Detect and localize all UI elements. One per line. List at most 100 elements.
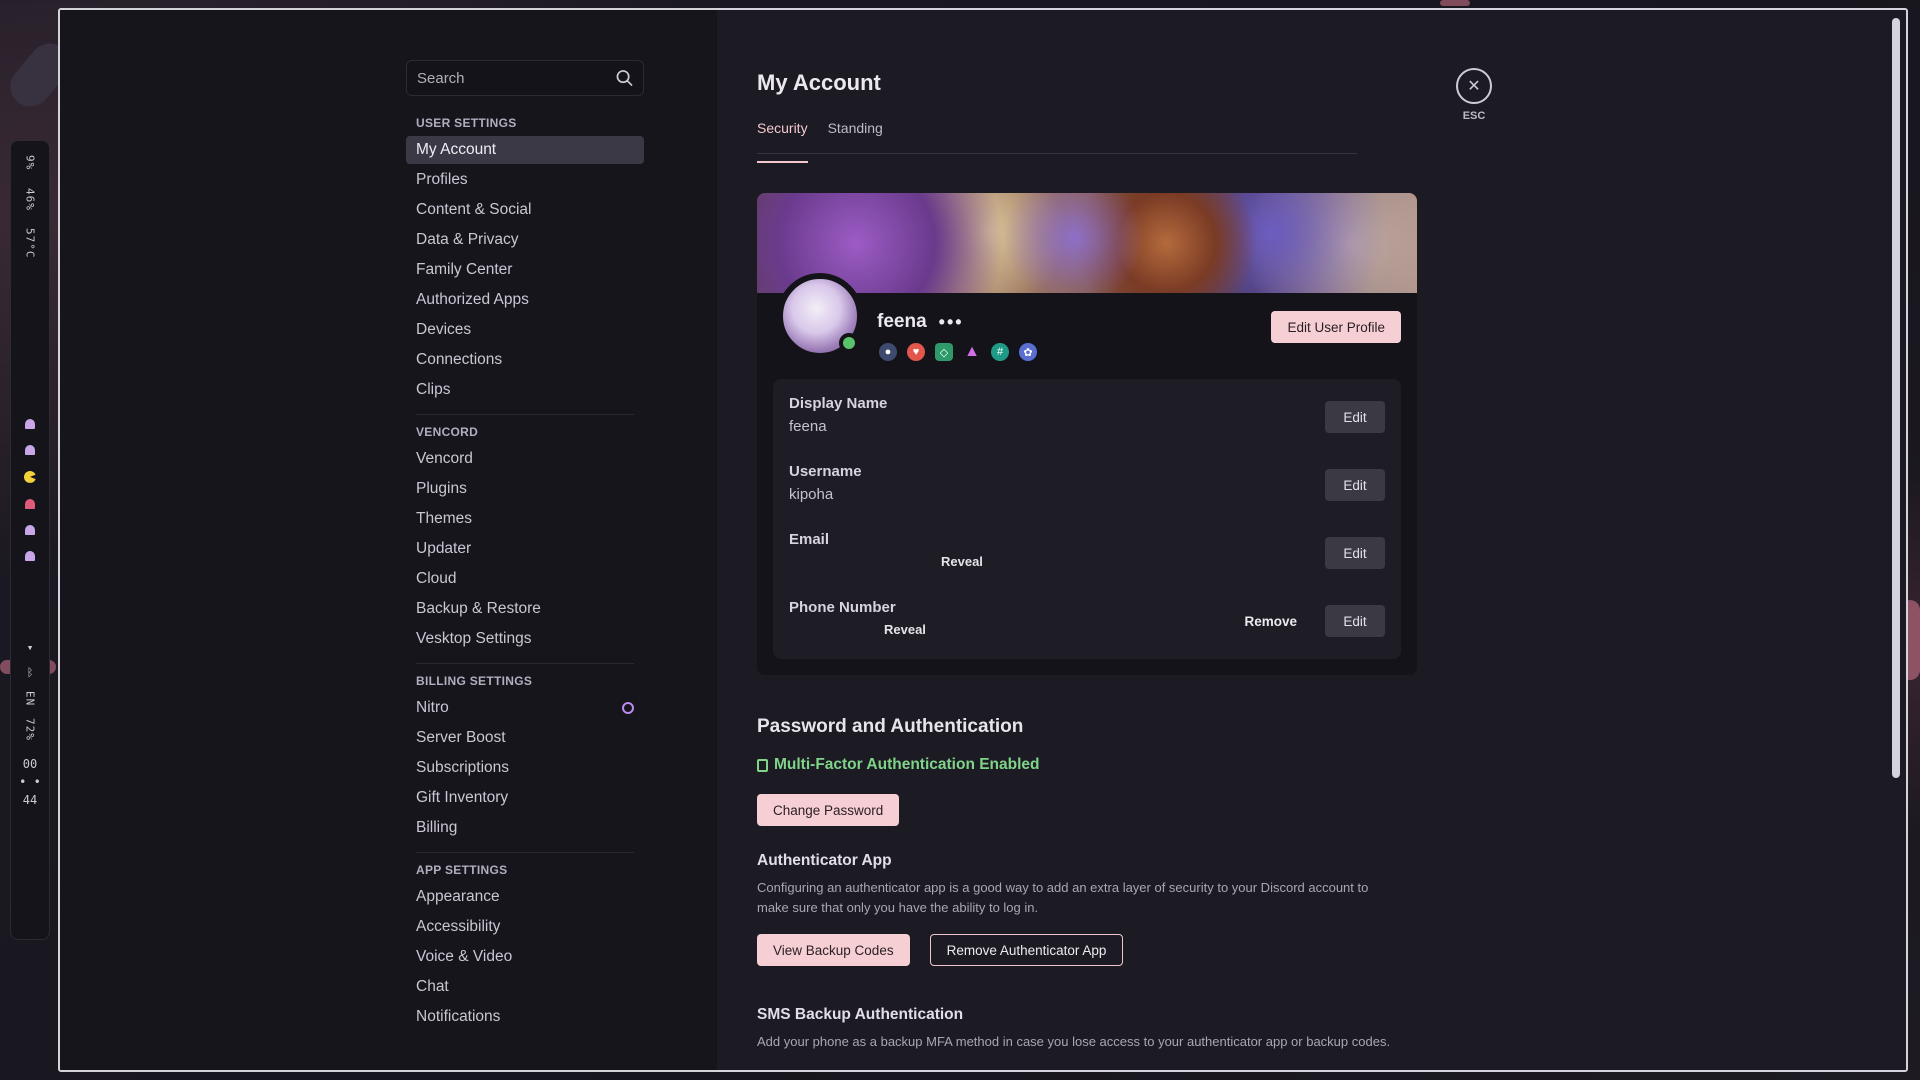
nav-accessibility[interactable]: Accessibility	[406, 913, 644, 941]
tab-standing[interactable]: Standing	[828, 120, 883, 153]
badge-hash-icon[interactable]: #	[991, 343, 1009, 361]
nav-content-social[interactable]: Content & Social	[406, 196, 644, 224]
close-settings[interactable]: ✕ ESC	[1456, 68, 1492, 122]
edit-email-button[interactable]: Edit	[1325, 537, 1385, 569]
account-fields: Display Name feena Edit Username kipoha …	[773, 379, 1401, 659]
edit-display-name-button[interactable]: Edit	[1325, 401, 1385, 433]
search-icon[interactable]	[616, 69, 633, 87]
field-email: Email Reveal Edit	[789, 531, 1385, 599]
memory-usage: 46%	[23, 187, 37, 211]
nav-billing[interactable]: Billing	[406, 814, 644, 842]
nav-profiles[interactable]: Profiles	[406, 166, 644, 194]
remove-authenticator-button[interactable]: Remove Authenticator App	[929, 934, 1124, 967]
profile-banner	[757, 193, 1417, 293]
nav-notifications[interactable]: Notifications	[406, 1003, 644, 1031]
section-app-settings: APP SETTINGS	[416, 863, 508, 877]
nav-appearance[interactable]: Appearance	[406, 883, 644, 911]
nav-family-center[interactable]: Family Center	[406, 256, 644, 284]
clock-separator: • •	[19, 775, 41, 789]
workspace-indicators	[24, 418, 36, 561]
page-title: My Account	[757, 70, 881, 95]
clock: 00 • • 44	[19, 755, 41, 809]
nav-authorized-apps[interactable]: Authorized Apps	[406, 286, 644, 314]
scrollbar[interactable]	[1892, 18, 1900, 778]
authenticator-app-description: Configuring an authenticator app is a go…	[757, 880, 1369, 916]
remove-phone-button[interactable]: Remove	[1236, 605, 1305, 637]
system-bar: 9% 46% 57°C ▾ ᛒ EN 72% 00 • • 44	[10, 140, 50, 940]
field-username: Username kipoha Edit	[789, 463, 1385, 531]
workspace-5-icon[interactable]	[25, 524, 35, 535]
nav-cloud[interactable]: Cloud	[406, 565, 644, 593]
divider	[416, 852, 634, 853]
lock-icon	[757, 758, 768, 772]
workspace-2-icon[interactable]	[25, 444, 35, 455]
workspace-4-icon[interactable]	[25, 498, 35, 509]
nav-nitro[interactable]: Nitro	[406, 694, 644, 722]
search-input[interactable]	[417, 69, 616, 87]
divider	[416, 663, 634, 664]
nav-nitro-label: Nitro	[416, 699, 449, 716]
nav-server-boost[interactable]: Server Boost	[406, 724, 644, 752]
field-display-name: Display Name feena Edit	[789, 395, 1385, 463]
nav-my-account[interactable]: My Account	[406, 136, 644, 164]
edit-username-button[interactable]: Edit	[1325, 469, 1385, 501]
wifi-icon[interactable]: ▾	[27, 641, 34, 654]
sms-backup-description: Add your phone as a backup MFA method in…	[757, 1034, 1391, 1050]
nav-plugins[interactable]: Plugins	[406, 475, 644, 503]
language-indicator[interactable]: EN	[24, 691, 37, 706]
profile-badges: ● ♥ ◇ ▲ # ✿	[879, 343, 1037, 361]
change-password-button[interactable]: Change Password	[757, 794, 900, 826]
clock-minute: 44	[22, 793, 38, 807]
sms-backup-title: SMS Backup Authentication	[757, 1006, 964, 1024]
section-title: Password and Authentication	[757, 716, 1024, 737]
profile-username: feena •••	[877, 311, 964, 333]
profile-card: feena ••• ● ♥ ◇ ▲ # ✿ Edit User Profile …	[757, 193, 1417, 675]
settings-nav: USER SETTINGS My Account Profiles Conten…	[406, 60, 644, 1033]
nav-devices[interactable]: Devices	[406, 316, 644, 344]
nav-vesktop-settings[interactable]: Vesktop Settings	[406, 625, 644, 653]
email-reveal-link[interactable]: Reveal	[789, 554, 1385, 569]
authenticator-actions: View Backup Codes Remove Authenticator A…	[757, 934, 1437, 967]
mfa-status: Multi-Factor Authentication Enabled	[757, 756, 1437, 774]
nav-connections[interactable]: Connections	[406, 346, 644, 374]
badge-heart-icon[interactable]: ♥	[907, 343, 925, 361]
workspace-1-icon[interactable]	[25, 418, 35, 429]
search-box[interactable]	[406, 60, 644, 96]
bluetooth-icon[interactable]: ᛒ	[27, 666, 34, 679]
nav-chat[interactable]: Chat	[406, 973, 644, 1001]
nav-subscriptions[interactable]: Subscriptions	[406, 754, 644, 782]
edit-user-profile-button[interactable]: Edit User Profile	[1271, 311, 1401, 343]
display-name-value: feena	[789, 418, 827, 435]
tab-security[interactable]: Security	[757, 120, 808, 163]
workspace-active-icon[interactable]	[24, 470, 36, 483]
password-authentication-section: Password and Authentication Multi-Factor…	[757, 716, 1437, 1052]
nav-themes[interactable]: Themes	[406, 505, 644, 533]
badge-gear-icon[interactable]: ✿	[1019, 343, 1037, 361]
display-name-label: Display Name	[789, 395, 888, 412]
edit-phone-button[interactable]: Edit	[1325, 605, 1385, 637]
tray: ▾ ᛒ EN 72%	[24, 641, 37, 741]
section-vencord: VENCORD	[416, 425, 479, 439]
section-billing: BILLING SETTINGS	[416, 674, 533, 688]
badge-code-icon[interactable]: ◇	[935, 343, 953, 361]
esc-label: ESC	[1462, 110, 1486, 122]
username-value: kipoha	[789, 486, 834, 503]
nav-clips[interactable]: Clips	[406, 376, 644, 404]
nitro-icon	[622, 702, 634, 714]
online-status-icon	[839, 333, 859, 353]
nav-vencord[interactable]: Vencord	[406, 445, 644, 473]
more-options-icon[interactable]: •••	[939, 312, 964, 333]
account-tabs: Security Standing	[757, 120, 1357, 163]
nav-updater[interactable]: Updater	[406, 535, 644, 563]
close-icon[interactable]: ✕	[1456, 68, 1492, 104]
badge-1-icon[interactable]: ●	[879, 343, 897, 361]
nav-gift-inventory[interactable]: Gift Inventory	[406, 784, 644, 812]
divider	[416, 414, 634, 415]
view-backup-codes-button[interactable]: View Backup Codes	[757, 934, 910, 967]
nav-backup-restore[interactable]: Backup & Restore	[406, 595, 644, 623]
account-header: My Account Security Standing	[757, 70, 1417, 163]
nav-voice-video[interactable]: Voice & Video	[406, 943, 644, 971]
badge-triangle-icon[interactable]: ▲	[963, 343, 981, 361]
workspace-6-icon[interactable]	[25, 550, 35, 561]
nav-data-privacy[interactable]: Data & Privacy	[406, 226, 644, 254]
